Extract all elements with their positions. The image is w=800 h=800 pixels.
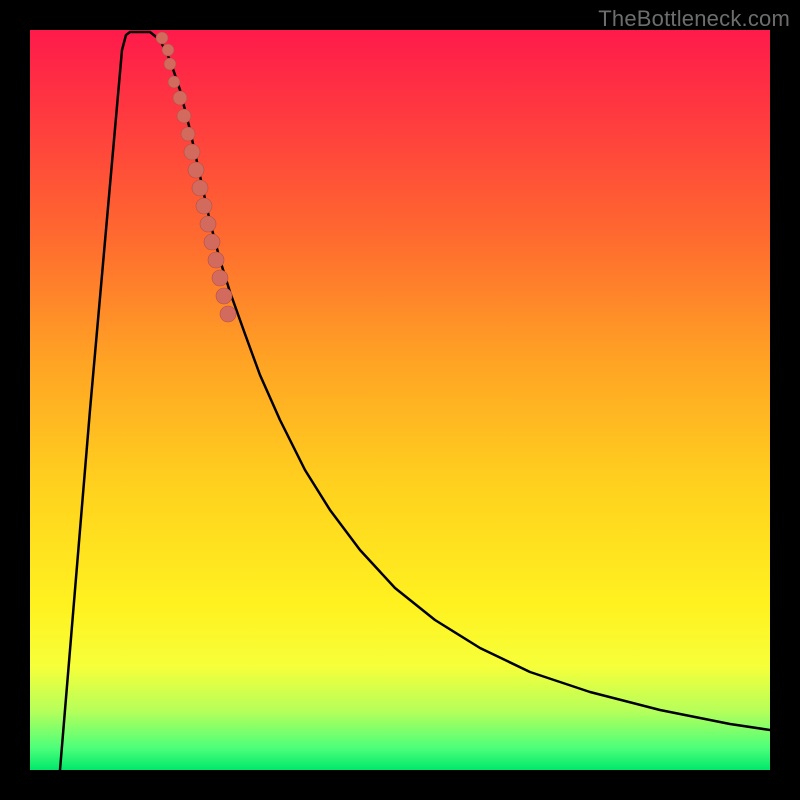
marker-dot xyxy=(181,127,195,141)
marker-dot xyxy=(177,109,191,123)
marker-dot xyxy=(162,44,174,56)
marker-dot xyxy=(216,288,232,304)
marker-dot xyxy=(204,234,220,250)
bottleneck-chart xyxy=(30,30,770,770)
marker-dot xyxy=(173,91,187,105)
marker-dot xyxy=(188,162,204,178)
marker-dot xyxy=(184,144,200,160)
marker-dot xyxy=(192,180,208,196)
marker-dot xyxy=(208,252,224,268)
marker-dot xyxy=(164,58,176,70)
marker-dot xyxy=(212,270,228,286)
marker-dot xyxy=(196,198,212,214)
watermark-text: TheBottleneck.com xyxy=(598,6,790,32)
marker-series xyxy=(156,32,236,322)
chart-frame: TheBottleneck.com xyxy=(0,0,800,800)
plot-area xyxy=(30,30,770,770)
marker-dot xyxy=(156,32,168,44)
marker-dot xyxy=(168,76,180,88)
marker-dot xyxy=(220,306,236,322)
marker-dot xyxy=(200,216,216,232)
bottleneck-curve xyxy=(60,32,770,770)
